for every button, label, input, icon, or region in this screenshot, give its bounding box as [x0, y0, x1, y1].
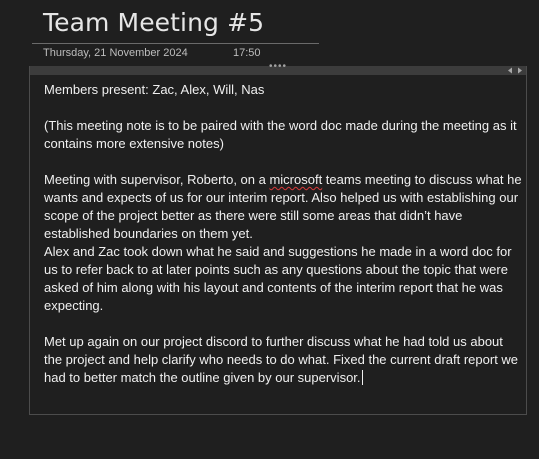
paragraph-supervisor-meeting: Meeting with supervisor, Roberto, on a m…	[44, 171, 522, 243]
paragraph-word-doc: Alex and Zac took down what he said and …	[44, 244, 516, 313]
members-line: Members present: Zac, Alex, Will, Nas	[44, 82, 265, 97]
paragraph-text: Meeting with supervisor, Roberto, on a	[44, 172, 270, 187]
pairing-note: (This meeting note is to be paired with …	[44, 118, 521, 151]
page-title[interactable]: Team Meeting #5	[43, 8, 264, 37]
paragraph-discord: Met up again on our project discord to f…	[44, 333, 522, 387]
paragraph-text: Met up again on our project discord to f…	[44, 334, 522, 385]
misspelled-word[interactable]: microsoft	[269, 172, 322, 187]
container-handle-bar[interactable]: ••••	[30, 62, 526, 75]
title-underline	[32, 43, 319, 44]
page-date: Thursday, 21 November 2024	[43, 47, 188, 59]
drag-dots-icon[interactable]: ••••	[269, 62, 287, 72]
note-body[interactable]: Members present: Zac, Alex, Will, Nas (T…	[44, 81, 522, 387]
horizontal-resize-arrows-icon[interactable]	[508, 67, 522, 74]
page-time: 17:50	[233, 47, 261, 59]
note-container[interactable]: •••• Members present: Zac, Alex, Will, N…	[29, 62, 527, 415]
text-cursor	[361, 370, 363, 385]
onenote-page: Team Meeting #5 Thursday, 21 November 20…	[0, 0, 539, 459]
